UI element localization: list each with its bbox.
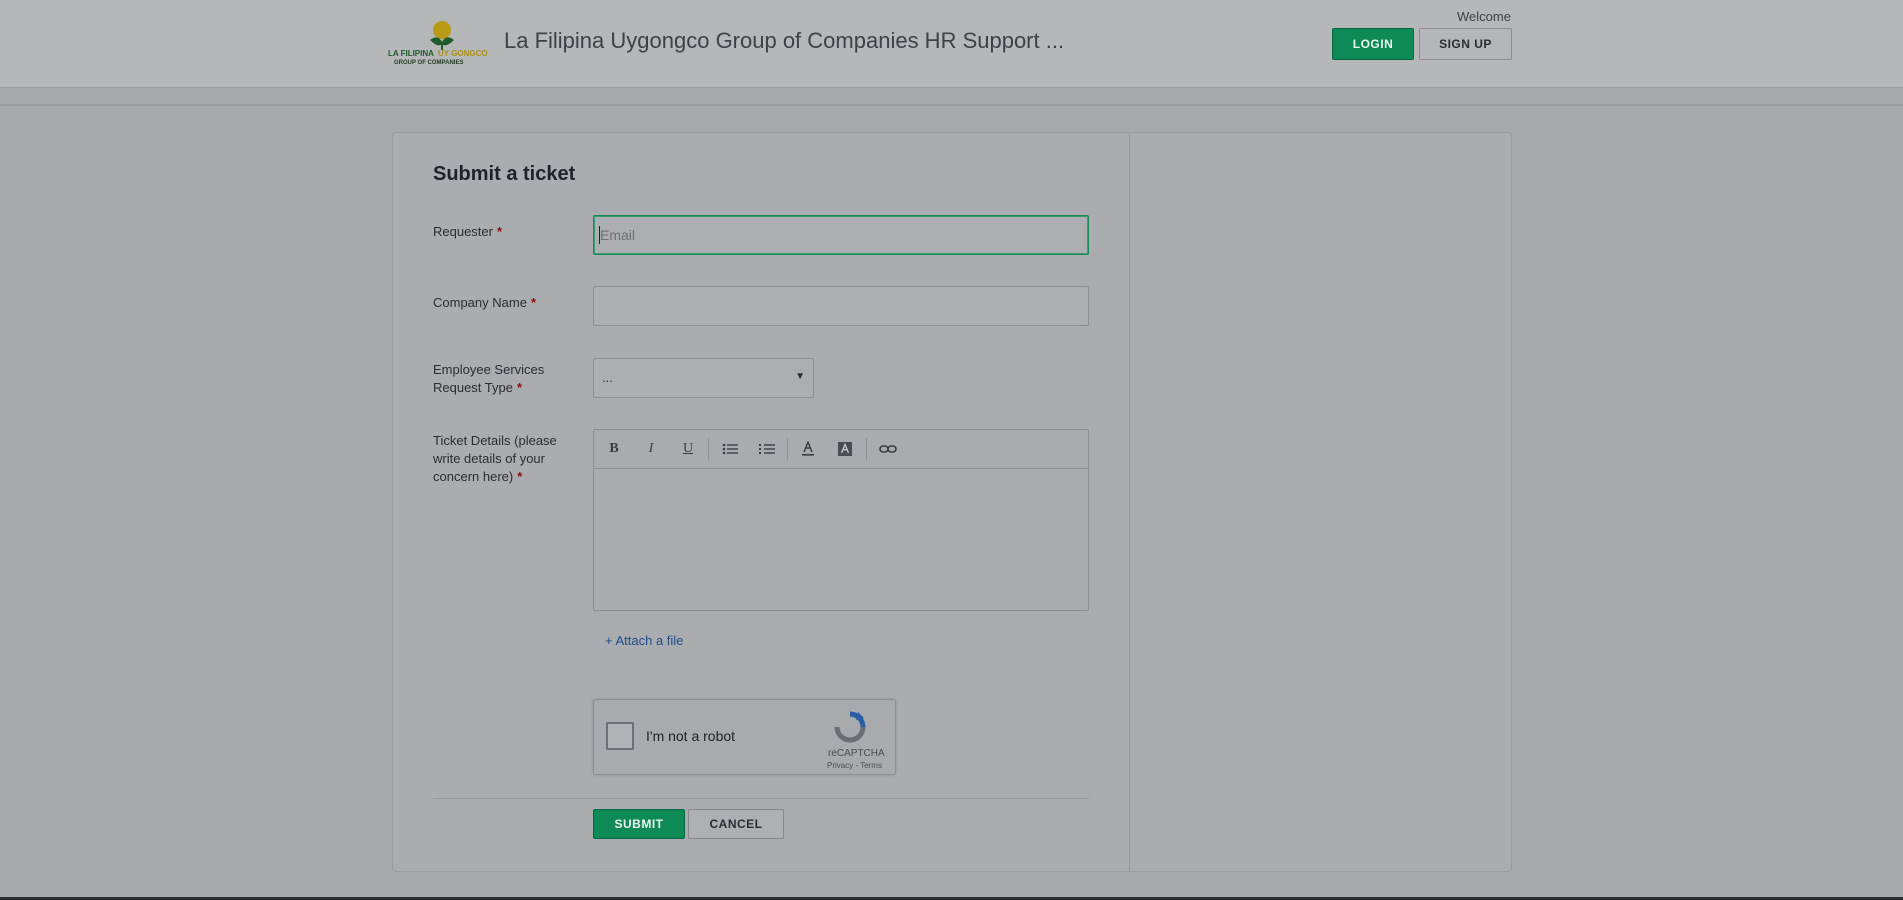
dropdown-arrow-icon: ▼ <box>795 371 805 382</box>
required-marker: * <box>496 224 503 239</box>
link-icon[interactable] <box>878 440 898 458</box>
recaptcha-checkbox[interactable] <box>606 722 634 750</box>
form-title: Submit a ticket <box>433 163 576 185</box>
ticket-details-label-line3: concern here) <box>433 469 514 484</box>
recaptcha-links[interactable]: Privacy - Terms <box>827 761 882 770</box>
header-divider <box>0 104 1903 106</box>
requester-email-input[interactable]: Email <box>593 215 1089 255</box>
background-color-icon[interactable] <box>835 440 855 458</box>
login-button[interactable]: LOGIN <box>1332 28 1414 60</box>
attach-file-link[interactable]: + Attach a file <box>605 633 683 648</box>
recaptcha-widget: I'm not a robot reCAPTCHA Privacy - Term… <box>593 699 896 775</box>
request-type-label-line1: Employee Services <box>433 362 545 377</box>
signup-button[interactable]: SIGN UP <box>1419 28 1512 60</box>
ticket-form-card: Submit a ticket Requester * Email Company… <box>392 132 1512 872</box>
italic-icon[interactable]: I <box>641 440 661 458</box>
submit-button[interactable]: SUBMIT <box>593 809 685 839</box>
requester-label-text: Requester <box>433 224 493 239</box>
form-separator <box>433 798 1089 799</box>
ticket-details-editor: B I U <box>593 429 1089 611</box>
recaptcha-brand: reCAPTCHA <box>828 748 885 759</box>
request-type-select[interactable]: ... ▼ <box>593 358 814 398</box>
company-name-label-text: Company Name <box>433 295 527 310</box>
ticket-details-label: Ticket Details (please write details of … <box>433 432 557 486</box>
toolbar-separator <box>708 438 709 460</box>
bold-icon[interactable]: B <box>604 440 624 458</box>
ticket-details-label-line1: Ticket Details (please <box>433 433 557 448</box>
required-marker: * <box>530 295 536 310</box>
site-header: LA FILIPINA UY GONGCO GROUP OF COMPANIES… <box>0 0 1903 88</box>
site-title[interactable]: La Filipina Uygongco Group of Companies … <box>504 28 1064 54</box>
company-name-label: Company Name * <box>433 294 536 312</box>
recaptcha-label: I'm not a robot <box>646 728 736 744</box>
card-divider <box>1129 133 1130 871</box>
required-marker: * <box>516 380 523 395</box>
ticket-details-label-line2: write details of your <box>433 451 545 466</box>
request-type-selected: ... <box>602 370 613 385</box>
svg-text:LA FILIPINA: LA FILIPINA <box>388 49 434 58</box>
cancel-button[interactable]: CANCEL <box>688 809 784 839</box>
numbered-list-icon[interactable] <box>757 440 777 458</box>
company-logo-image: LA FILIPINA UY GONGCO GROUP OF COMPANIES <box>388 21 488 66</box>
request-type-label-line2: Request Type <box>433 380 513 395</box>
email-placeholder: Email <box>600 227 636 243</box>
request-type-label: Employee Services Request Type * <box>433 361 544 397</box>
editor-toolbar: B I U <box>594 430 1088 469</box>
svg-text:UY GONGCO: UY GONGCO <box>438 49 488 58</box>
svg-text:GROUP OF COMPANIES: GROUP OF COMPANIES <box>394 60 463 66</box>
toolbar-separator <box>787 438 788 460</box>
bullet-list-icon[interactable] <box>720 440 740 458</box>
underline-icon[interactable]: U <box>678 440 698 458</box>
requester-label: Requester * <box>433 223 502 241</box>
recaptcha-logo-icon <box>832 710 868 744</box>
welcome-text: Welcome <box>1457 9 1511 24</box>
font-color-icon[interactable] <box>798 440 818 458</box>
company-logo[interactable]: LA FILIPINA UY GONGCO GROUP OF COMPANIES <box>386 18 496 66</box>
required-marker: * <box>517 469 523 484</box>
company-name-input[interactable] <box>593 286 1089 326</box>
toolbar-separator <box>866 438 867 460</box>
